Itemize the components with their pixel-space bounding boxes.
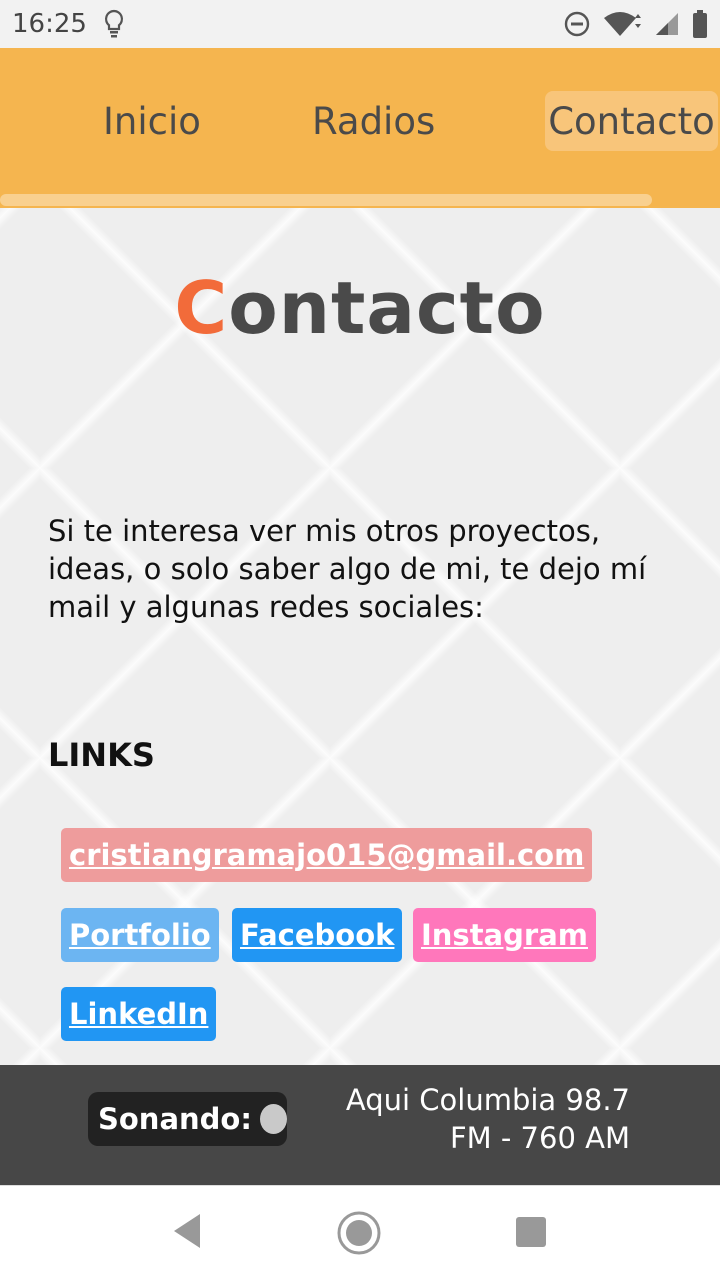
contact-content: Contacto Si te interesa ver mis otros pr… [0,208,720,1065]
home-icon[interactable] [336,1210,382,1261]
status-left: 16:25 [12,9,125,39]
battery-icon [692,10,708,38]
play-status-button[interactable]: Sonando: [88,1092,287,1146]
status-right [564,10,708,38]
portfolio-link[interactable]: Portfolio [61,908,219,962]
status-time: 16:25 [12,9,87,39]
play-indicator-icon [259,1104,287,1134]
wifi-icon [602,10,642,38]
status-bar: 16:25 [0,0,720,48]
tab-inicio[interactable]: Inicio [103,91,201,151]
email-link[interactable]: cristiangramajo015@gmail.com [61,828,593,882]
recents-icon[interactable] [515,1216,547,1253]
play-status-label: Sonando: [98,1102,252,1136]
station-line-1: Aqui Columbia 98.7 [345,1083,630,1117]
page-title-rest: ontacto [228,266,546,350]
system-navigation-bar [0,1185,720,1280]
station-info: Aqui Columbia 98.7 FM - 760 AM [346,1081,630,1157]
do-not-disturb-icon [564,11,590,37]
station-line-2: FM - 760 AM [449,1121,630,1155]
tab-contacto[interactable]: Contacto [545,91,718,151]
linkedin-link[interactable]: LinkedIn [61,987,217,1041]
top-navigation: Inicio Radios Contacto [0,48,720,208]
links-heading: LINKS [48,736,155,774]
intro-text: Si te interesa ver mis otros proyectos, … [48,514,647,624]
back-icon[interactable] [170,1208,204,1259]
radio-player: Sonando: Aqui Columbia 98.7 FM - 760 AM [0,1065,720,1185]
lightbulb-icon [103,9,125,39]
tab-radios[interactable]: Radios [312,91,435,151]
instagram-link[interactable]: Instagram [413,908,596,962]
facebook-link[interactable]: Facebook [232,908,403,962]
page-title: Contacto [0,266,720,350]
signal-icon [654,11,680,37]
nav-active-indicator [0,194,652,206]
page-title-initial: C [174,266,229,350]
